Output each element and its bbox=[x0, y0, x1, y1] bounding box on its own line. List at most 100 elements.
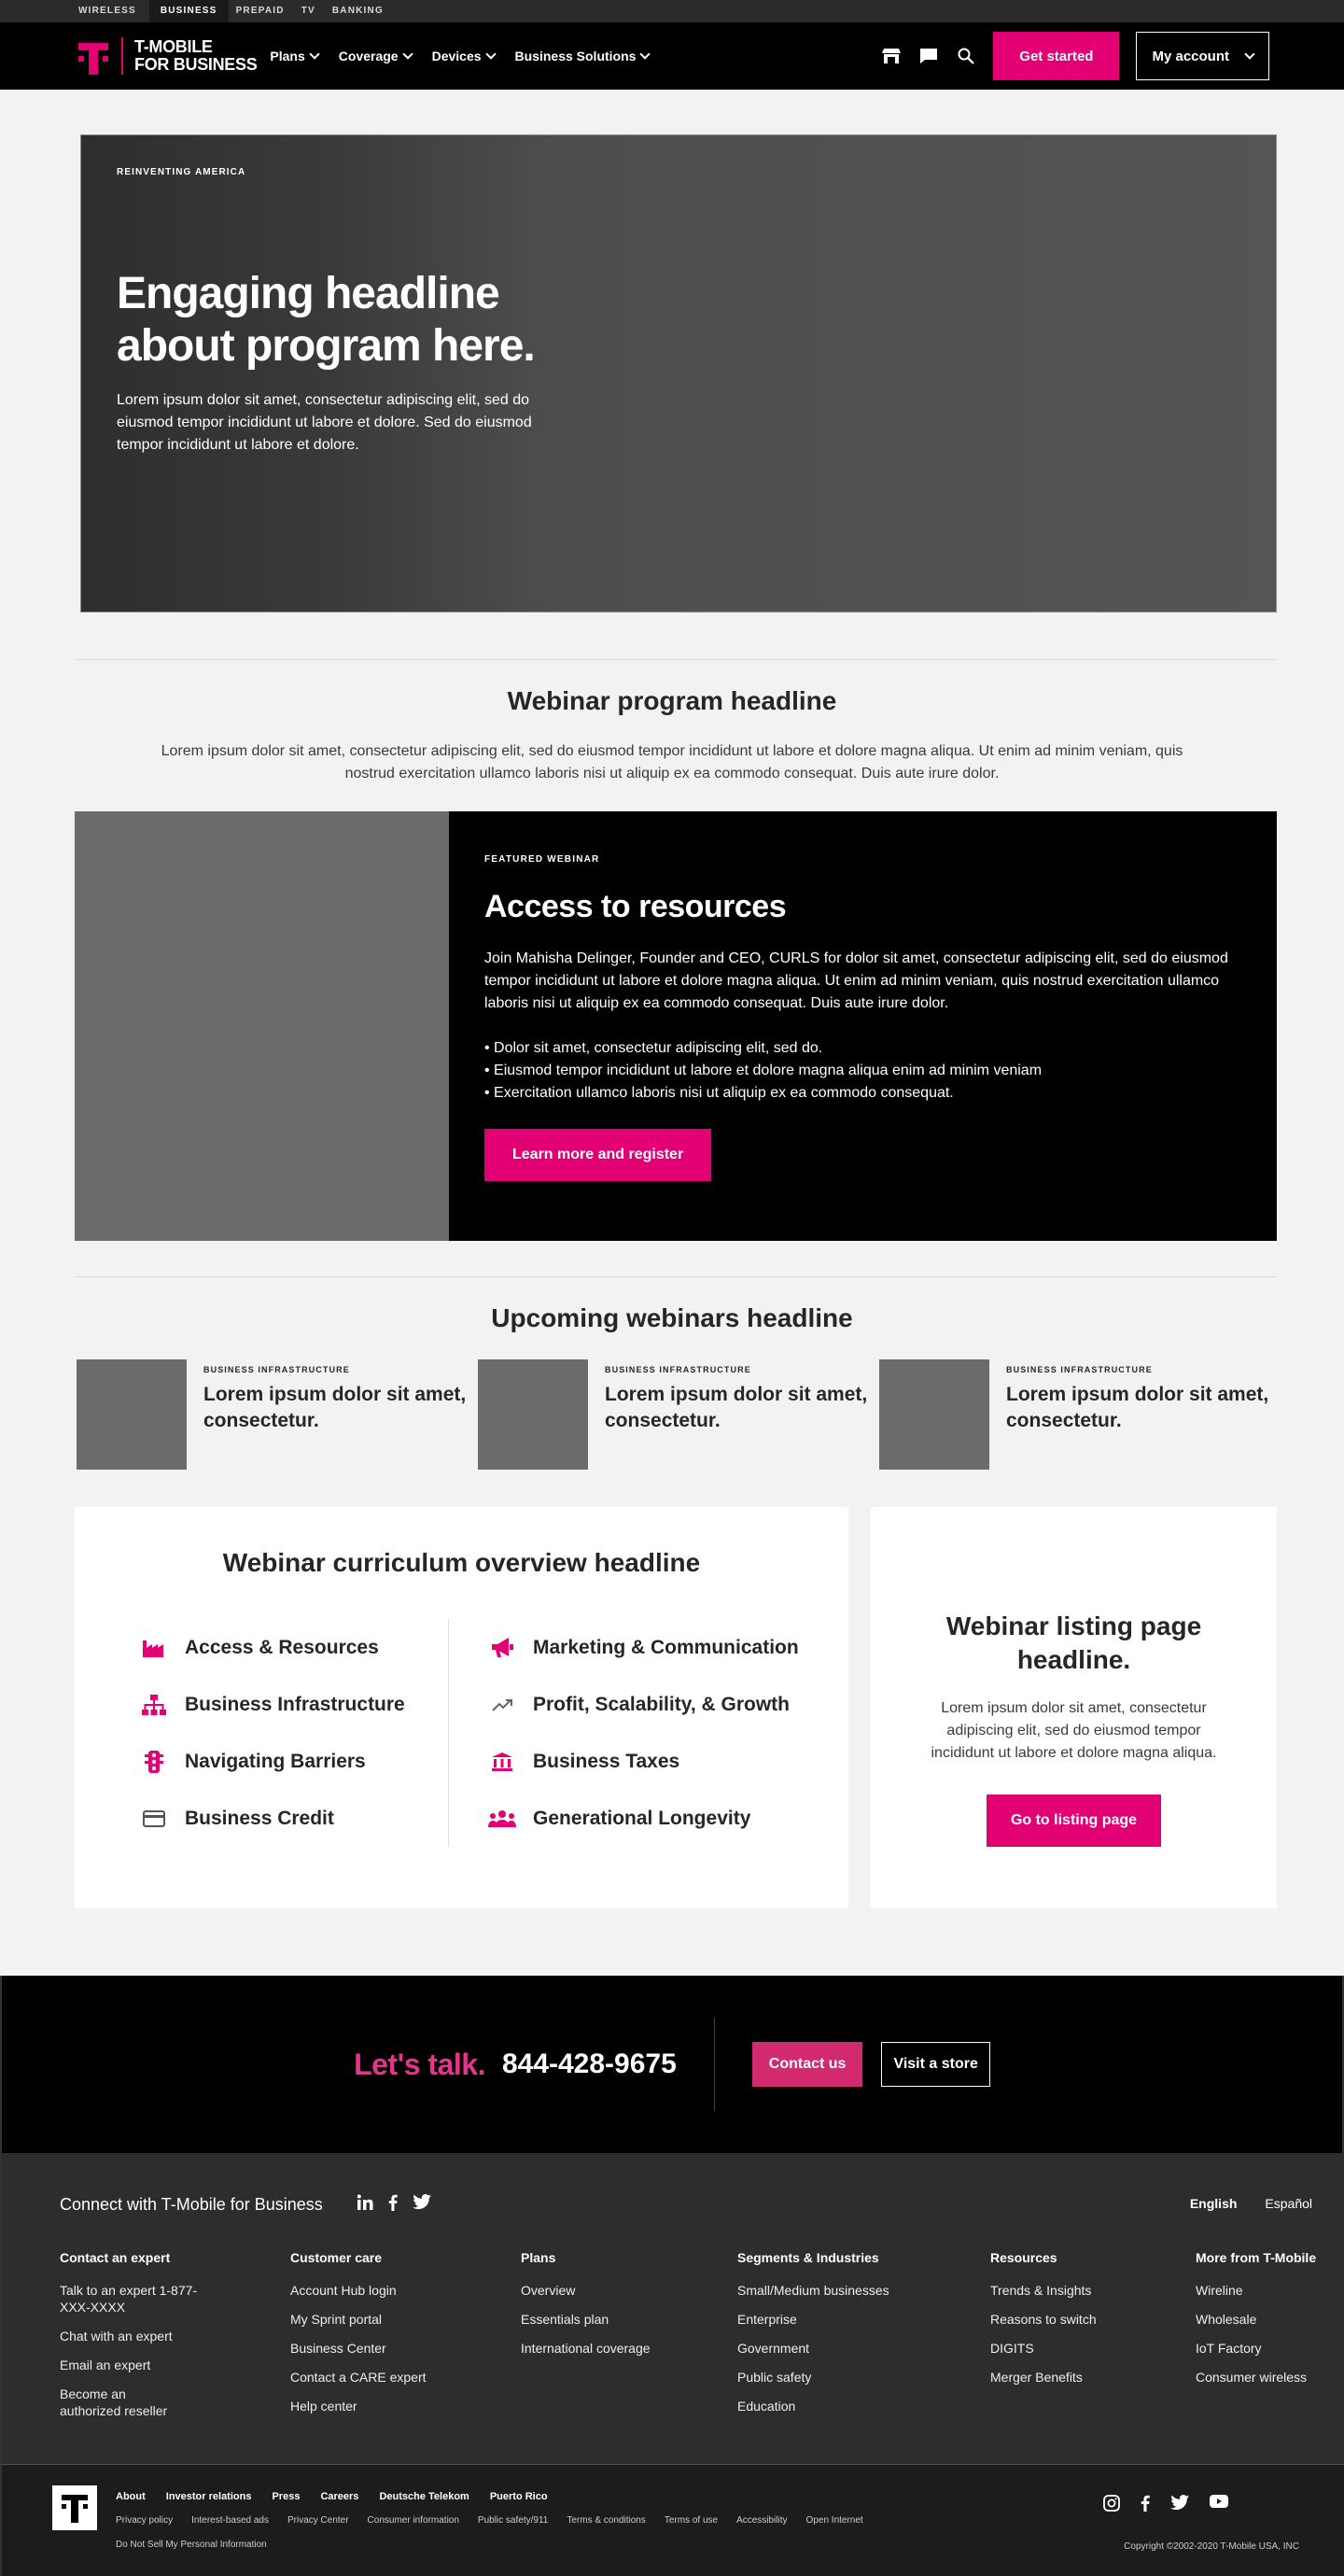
webinar-title[interactable]: Lorem ipsum dolor sit amet, consectetur. bbox=[605, 1382, 879, 1434]
footer-link[interactable]: Merger Benefits bbox=[990, 2369, 1196, 2386]
footer-link[interactable]: Public safety/911 bbox=[478, 2515, 548, 2526]
visit-store-button[interactable]: Visit a store bbox=[881, 2042, 990, 2087]
contact-us-button[interactable]: Contact us bbox=[751, 2042, 863, 2087]
topic-access-resources[interactable]: Access & Resources bbox=[140, 1619, 448, 1676]
do-not-sell-link[interactable]: Do Not Sell My Personal Information bbox=[116, 2540, 267, 2550]
youtube-icon[interactable] bbox=[1210, 2495, 1228, 2516]
chevron-down-icon bbox=[484, 49, 497, 60]
footer-link[interactable]: Investor relations bbox=[166, 2491, 252, 2502]
topic-marketing-communication[interactable]: Marketing & Communication bbox=[488, 1619, 821, 1676]
divider bbox=[75, 1276, 1277, 1277]
footer-link[interactable]: Public safety bbox=[737, 2369, 990, 2386]
webinar-title[interactable]: Lorem ipsum dolor sit amet, consectetur. bbox=[1006, 1382, 1281, 1434]
footer-link[interactable]: Privacy policy bbox=[116, 2515, 173, 2526]
nav-devices[interactable]: Devices bbox=[432, 49, 497, 63]
footer-link[interactable]: My Sprint portal bbox=[290, 2311, 521, 2328]
megaphone-icon bbox=[488, 1634, 516, 1662]
footer-link[interactable]: Wireline bbox=[1196, 2282, 1336, 2299]
footer-link[interactable]: Consumer wireless bbox=[1196, 2369, 1336, 2386]
divider bbox=[713, 2018, 715, 2111]
main-header: T-MOBILE FOR BUSINESS Plans Coverage Dev… bbox=[0, 22, 1344, 90]
footer-link[interactable]: IoT Factory bbox=[1196, 2340, 1336, 2357]
footer-link[interactable]: About bbox=[116, 2491, 146, 2502]
footer-link[interactable]: Business Center bbox=[290, 2340, 521, 2357]
footer-link[interactable]: Chat with an expert bbox=[60, 2328, 290, 2344]
footer-link[interactable]: Government bbox=[737, 2340, 990, 2357]
footer-link[interactable]: Consumer information bbox=[368, 2515, 459, 2526]
twitter-icon[interactable] bbox=[412, 2194, 431, 2216]
nav-plans[interactable]: Plans bbox=[270, 49, 320, 63]
featured-description: Join Mahisha Delinger, Founder and CEO, … bbox=[484, 950, 1228, 1011]
footer-link[interactable]: Contact a CARE expert bbox=[290, 2369, 521, 2386]
linkedin-icon[interactable] bbox=[357, 2194, 373, 2216]
footer-link[interactable]: Essentials plan bbox=[521, 2311, 737, 2328]
footer-link[interactable]: Become an authorized reseller bbox=[60, 2386, 190, 2419]
chat-icon[interactable] bbox=[918, 46, 939, 66]
my-account-button[interactable]: My account bbox=[1136, 32, 1269, 80]
go-to-listing-button[interactable]: Go to listing page bbox=[986, 1795, 1162, 1847]
segment-business[interactable]: BUSINESS bbox=[148, 0, 229, 22]
footer-link[interactable]: Email an expert bbox=[60, 2357, 290, 2373]
webinar-title[interactable]: Lorem ipsum dolor sit amet, consectetur. bbox=[203, 1382, 478, 1434]
footer-link[interactable]: Interest-based ads bbox=[191, 2515, 269, 2526]
topic-business-taxes[interactable]: Business Taxes bbox=[488, 1733, 821, 1790]
phone-number[interactable]: 844-428-9675 bbox=[502, 2048, 677, 2080]
list-item: • Eiusmod tempor incididunt ut labore et… bbox=[484, 1063, 1043, 1078]
topic-profit-growth[interactable]: Profit, Scalability, & Growth bbox=[488, 1676, 821, 1733]
footer-link[interactable]: Terms & conditions bbox=[567, 2515, 645, 2526]
footer-link[interactable]: International coverage bbox=[521, 2340, 737, 2357]
instagram-icon[interactable] bbox=[1103, 2495, 1120, 2516]
search-icon[interactable] bbox=[956, 46, 976, 66]
facebook-icon[interactable] bbox=[388, 2194, 398, 2216]
store-icon[interactable] bbox=[881, 46, 902, 66]
footer-link[interactable]: Accessibility bbox=[736, 2515, 787, 2526]
footer-link[interactable]: Privacy Center bbox=[287, 2515, 349, 2526]
segment-banking[interactable]: BANKING bbox=[332, 0, 393, 22]
program-section: Webinar program headline Lorem ipsum dol… bbox=[0, 686, 1344, 785]
segment-tv[interactable]: TV bbox=[301, 0, 325, 22]
group-icon bbox=[488, 1805, 516, 1833]
nav-business-solutions[interactable]: Business Solutions bbox=[515, 49, 651, 63]
webinar-card[interactable]: BUSINESS INFRASTRUCTURE Lorem ipsum dolo… bbox=[77, 1359, 478, 1470]
topic-navigating-barriers[interactable]: Navigating Barriers bbox=[140, 1733, 448, 1790]
footer-link[interactable]: Careers bbox=[320, 2491, 358, 2502]
footer-link[interactable]: Terms of use bbox=[665, 2515, 718, 2526]
lang-espanol[interactable]: Español bbox=[1265, 2196, 1312, 2211]
segment-prepaid[interactable]: PREPAID bbox=[236, 0, 294, 22]
program-headline: Webinar program headline bbox=[507, 686, 837, 715]
webinar-category: BUSINESS INFRASTRUCTURE bbox=[605, 1365, 751, 1374]
footer-link[interactable]: Open Internet bbox=[806, 2515, 863, 2526]
topic-business-infrastructure[interactable]: Business Infrastructure bbox=[140, 1676, 448, 1733]
footer-link[interactable]: Trends & Insights bbox=[990, 2282, 1196, 2299]
footer-link[interactable]: Overview bbox=[521, 2282, 737, 2299]
learn-more-register-button[interactable]: Learn more and register bbox=[484, 1129, 712, 1181]
tmobile-business-logo[interactable]: T-MOBILE FOR BUSINESS bbox=[78, 37, 258, 75]
twitter-icon[interactable] bbox=[1170, 2495, 1189, 2516]
webinar-card[interactable]: BUSINESS INFRASTRUCTURE Lorem ipsum dolo… bbox=[478, 1359, 879, 1470]
footer-link[interactable]: Reasons to switch bbox=[990, 2311, 1196, 2328]
footer-link[interactable]: Small/Medium businesses bbox=[737, 2282, 990, 2299]
footer-link[interactable]: Enterprise bbox=[737, 2311, 990, 2328]
bank-icon bbox=[488, 1748, 516, 1776]
segment-wireless[interactable]: WIRELESS bbox=[78, 0, 146, 22]
t-logo-icon[interactable] bbox=[52, 2485, 97, 2530]
lang-english[interactable]: English bbox=[1190, 2196, 1238, 2211]
listing-headline: Webinar listing page headline. bbox=[945, 1612, 1202, 1674]
footer-link[interactable]: Education bbox=[737, 2398, 990, 2414]
footer-link[interactable]: Talk to an expert 1-877-XXX-XXXX bbox=[60, 2282, 200, 2316]
facebook-icon[interactable] bbox=[1141, 2495, 1150, 2516]
topic-business-credit[interactable]: Business Credit bbox=[140, 1790, 448, 1847]
traffic-light-icon bbox=[140, 1748, 168, 1776]
nav-coverage[interactable]: Coverage bbox=[339, 49, 413, 63]
get-started-button[interactable]: Get started bbox=[993, 32, 1120, 80]
footer-link[interactable]: DIGITS bbox=[990, 2340, 1196, 2357]
topic-generational-longevity[interactable]: Generational Longevity bbox=[488, 1790, 821, 1847]
footer-link[interactable]: Wholesale bbox=[1196, 2311, 1336, 2328]
webinar-card[interactable]: BUSINESS INFRASTRUCTURE Lorem ipsum dolo… bbox=[879, 1359, 1281, 1470]
footer-link[interactable]: Deutsche Telekom bbox=[379, 2491, 469, 2502]
footer-link[interactable]: Puerto Rico bbox=[490, 2491, 548, 2502]
footer-link[interactable]: Press bbox=[272, 2491, 300, 2502]
footer-link[interactable]: Help center bbox=[290, 2398, 521, 2414]
footer-link[interactable]: Account Hub login bbox=[290, 2282, 521, 2299]
copyright: Copyright ©2002-2020 T-Mobile USA, INC bbox=[1124, 2541, 1299, 2552]
